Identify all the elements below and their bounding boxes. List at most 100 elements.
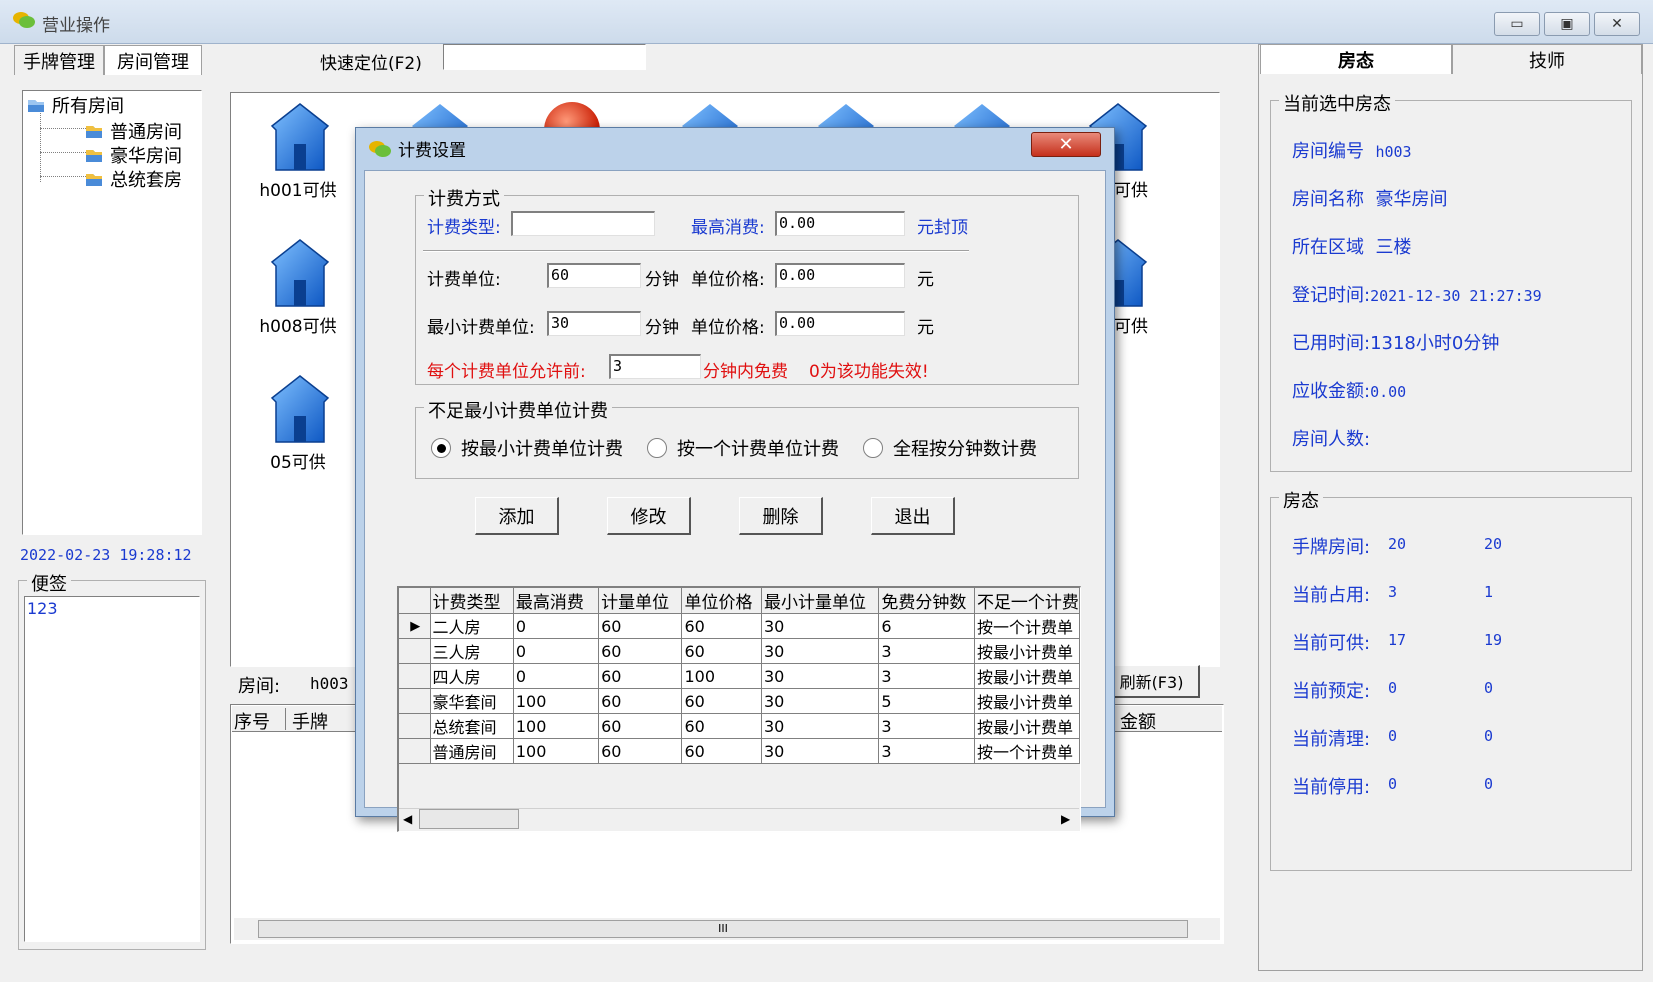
column-header[interactable]: 免费分钟数 [878,588,975,614]
column-header[interactable]: 单位价格 [681,588,762,614]
scroll-left-icon[interactable]: ◀ [403,811,417,827]
grid-cell[interactable]: 60 [598,638,683,664]
radio-dot[interactable] [863,438,883,458]
unit-input[interactable]: 60 [547,263,641,288]
unit-price-input[interactable]: 0.00 [775,263,905,288]
exit-button[interactable]: 退出 [871,497,955,535]
tree-root[interactable]: 所有房间 [26,92,124,118]
column-header[interactable]: 不足一个计费 [974,588,1080,614]
min-unit-input[interactable]: 30 [547,311,641,336]
grid-scrollbar-thumb[interactable] [419,809,519,829]
grid-cell[interactable]: 60 [681,713,762,739]
tree-item-suite[interactable]: 总统套房 [84,166,182,192]
grid-cell[interactable]: 30 [761,613,880,639]
grid-cell[interactable]: 按最小计费单 [974,663,1080,689]
scroll-right-icon[interactable]: ▶ [1061,811,1075,827]
grid-cell[interactable]: 60 [598,713,683,739]
grid-cell[interactable]: 二人房 [430,613,514,639]
tab-room-management[interactable]: 房间管理 [104,45,202,75]
grid-cell[interactable]: 60 [598,663,683,689]
dialog-close-button[interactable]: ✕ [1031,132,1101,157]
house-icon[interactable] [268,236,332,320]
grid-cell[interactable]: 100 [681,663,762,689]
grid-cell[interactable]: 100 [513,688,600,714]
table-row[interactable]: ▶ 二人房 0 60 60 30 6 按一个计费单 [399,613,1080,639]
column-header[interactable]: 计费类型 [430,588,514,614]
grid-cell[interactable]: 6 [878,613,975,639]
house-icon[interactable] [268,372,332,456]
grid-cell[interactable]: 普通房间 [430,738,514,764]
grid-cell[interactable]: 按最小计费单 [974,688,1080,714]
table-row[interactable]: 总统套间 100 60 60 30 3 按最小计费单 [399,713,1080,739]
grid-cell[interactable]: 总统套间 [430,713,514,739]
column-header[interactable]: 最小计量单位 [761,588,880,614]
table-row[interactable]: 豪华套间 100 60 60 30 5 按最小计费单 [399,688,1080,714]
tree-item-deluxe[interactable]: 豪华房间 [84,142,182,168]
tree-item-normal[interactable]: 普通房间 [84,118,182,144]
grid-cell[interactable]: 3 [878,738,975,764]
grid-cell[interactable]: 按最小计费单 [974,713,1080,739]
grid-cell[interactable]: 60 [598,688,683,714]
grid-cell[interactable]: 0 [513,613,600,639]
grid-cell[interactable]: 30 [761,713,880,739]
max-fee-input[interactable]: 0.00 [775,211,905,236]
edit-button[interactable]: 修改 [607,497,691,535]
column-header[interactable]: 手牌 [292,708,352,733]
grid-cell[interactable]: 3 [878,638,975,664]
grid-cell[interactable]: 100 [513,738,600,764]
maximize-button[interactable]: ▣ [1544,12,1590,36]
grid-cell[interactable]: 60 [598,613,683,639]
radio-dot[interactable] [647,438,667,458]
min-price-input[interactable]: 0.00 [775,311,905,336]
tree-root-label: 所有房间 [52,96,124,117]
grid-cell[interactable]: 5 [878,688,975,714]
grid-cell[interactable]: 60 [681,613,762,639]
delete-button[interactable]: 删除 [739,497,823,535]
grid-cell[interactable]: 60 [598,738,683,764]
grid-cell[interactable]: 100 [513,713,600,739]
grid-cell[interactable]: 按一个计费单 [974,738,1080,764]
grid-cell[interactable]: 豪华套间 [430,688,514,714]
memo-textarea[interactable]: 123 [24,596,200,942]
grid-cell[interactable]: 30 [761,663,880,689]
grid-cell[interactable]: 30 [761,738,880,764]
column-header[interactable]: 最高消费 [513,588,600,614]
column-header[interactable]: 序号 [234,708,286,733]
radio-one-unit[interactable]: 按一个计费单位计费 [647,435,839,461]
billing-settings-dialog: 计费设置 ✕ 计费方式 计费类型: 最高消费: 0.00 元封顶 计费单位: 6… [355,127,1115,832]
radio-by-minute[interactable]: 全程按分钟数计费 [863,435,1037,461]
grid-cell[interactable]: 三人房 [430,638,514,664]
scrollbar-thumb[interactable]: III [258,920,1188,938]
radio-dot[interactable] [431,438,451,458]
refresh-button[interactable]: 刷新(F3) [1104,665,1200,698]
grid-cell[interactable]: 四人房 [430,663,514,689]
grid-cell[interactable]: 3 [878,713,975,739]
quick-locate-input[interactable] [443,44,646,70]
add-button[interactable]: 添加 [475,497,559,535]
tab-technician[interactable]: 技师 [1452,44,1642,74]
column-header-amount[interactable]: 金额 [1120,708,1156,734]
radio-min-unit[interactable]: 按最小计费单位计费 [431,435,623,461]
grid-cell[interactable]: 按一个计费单 [974,613,1080,639]
table-row[interactable]: 普通房间 100 60 60 30 3 按一个计费单 [399,738,1080,764]
close-button[interactable]: ✕ [1594,12,1640,36]
free-minutes-input[interactable]: 3 [609,354,701,379]
grid-cell[interactable]: 60 [681,738,762,764]
grid-cell[interactable]: 0 [513,638,600,664]
grid-cell[interactable]: 3 [878,663,975,689]
tab-hand-card[interactable]: 手牌管理 [14,45,104,75]
grid-cell[interactable]: 60 [681,688,762,714]
house-icon[interactable] [268,100,332,184]
grid-cell[interactable]: 按最小计费单 [974,638,1080,664]
info-label: 房间编号 [1292,141,1364,162]
grid-cell[interactable]: 0 [513,663,600,689]
table-row[interactable]: 四人房 0 60 100 30 3 按最小计费单 [399,663,1080,689]
table-row[interactable]: 三人房 0 60 60 30 3 按最小计费单 [399,638,1080,664]
tab-room-status[interactable]: 房态 [1260,44,1452,74]
grid-cell[interactable]: 60 [681,638,762,664]
fee-type-input[interactable] [511,211,655,236]
minimize-button[interactable]: ▭ [1494,12,1540,36]
column-header[interactable]: 计量单位 [598,588,683,614]
grid-cell[interactable]: 30 [761,638,880,664]
grid-cell[interactable]: 30 [761,688,880,714]
